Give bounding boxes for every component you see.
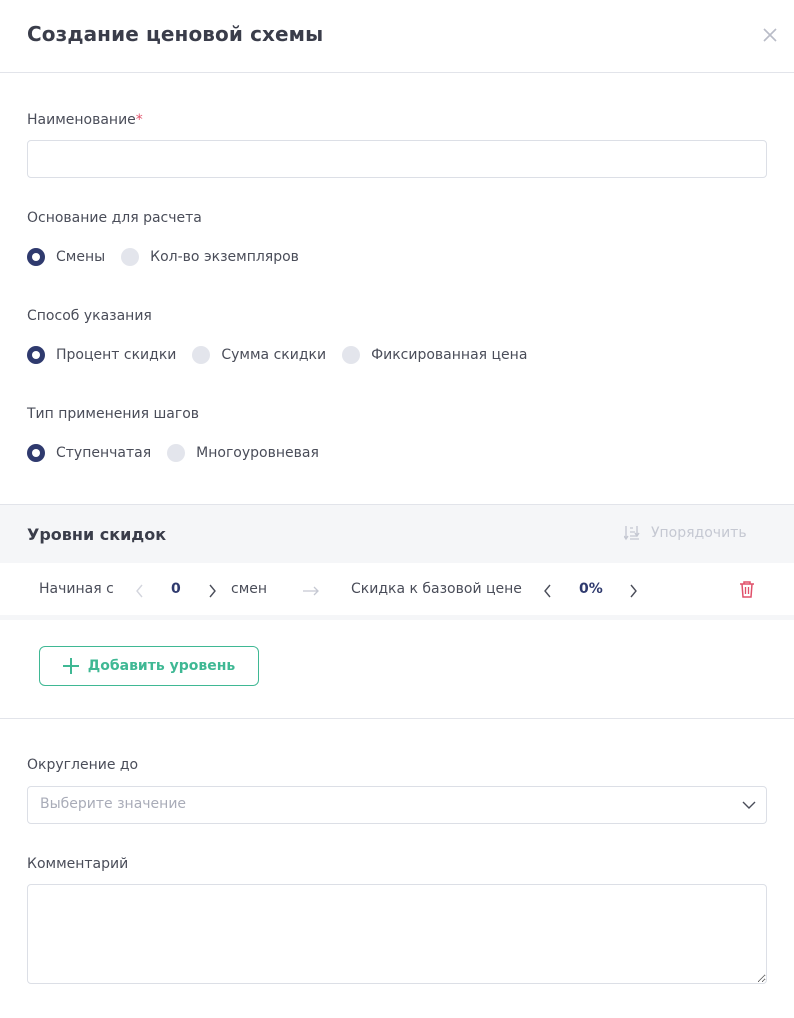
discount-value[interactable]: 0% bbox=[579, 581, 603, 597]
chevron-down-icon bbox=[742, 801, 756, 809]
trash-icon[interactable] bbox=[739, 580, 755, 598]
basis-label: Основание для расчета bbox=[27, 210, 202, 226]
sort-icon bbox=[624, 526, 640, 541]
comment-label: Комментарий bbox=[27, 856, 129, 872]
method-option-fixed[interactable]: Фиксированная цена bbox=[342, 346, 527, 364]
radio-unchecked-icon bbox=[192, 346, 211, 364]
method-label: Способ указания bbox=[27, 308, 152, 324]
comment-textarea[interactable] bbox=[27, 884, 767, 984]
method-radio-group: Процент скидки Сумма скидки Фиксированна… bbox=[27, 345, 543, 365]
name-input[interactable] bbox=[27, 140, 767, 178]
start-label: Начиная с bbox=[39, 581, 114, 597]
radio-unchecked-icon bbox=[167, 444, 186, 462]
radio-checked-icon bbox=[27, 248, 45, 266]
chevron-left-icon[interactable] bbox=[542, 583, 554, 599]
close-icon[interactable] bbox=[760, 25, 780, 45]
radio-unchecked-icon bbox=[121, 248, 140, 266]
levels-section-header: Уровни скидок Упорядочить bbox=[0, 504, 794, 563]
rounding-label: Округление до bbox=[27, 757, 139, 773]
radio-checked-icon bbox=[27, 346, 45, 364]
basis-option-shifts[interactable]: Смены bbox=[27, 248, 105, 266]
add-level-button[interactable]: Добавить уровень bbox=[39, 646, 259, 686]
discount-label: Скидка к базовой цене bbox=[351, 581, 522, 597]
step-type-option-multilevel[interactable]: Многоуровневая bbox=[167, 444, 319, 462]
step-type-radio-group: Ступенчатая Многоуровневая bbox=[27, 443, 335, 463]
method-option-amount[interactable]: Сумма скидки bbox=[192, 346, 326, 364]
chevron-left-icon[interactable] bbox=[134, 583, 146, 599]
arrow-right-icon bbox=[303, 586, 319, 596]
name-field-label: Наименование* bbox=[27, 112, 143, 128]
rounding-placeholder: Выберите значение bbox=[40, 796, 187, 812]
basis-option-copies[interactable]: Кол-во экземпляров bbox=[121, 248, 299, 266]
radio-unchecked-icon bbox=[342, 346, 361, 364]
modal-title: Создание ценовой схемы bbox=[27, 22, 324, 46]
unit-label: смен bbox=[231, 581, 268, 597]
plus-icon bbox=[62, 658, 79, 674]
modal-header: Создание ценовой схемы bbox=[0, 0, 794, 73]
step-type-label: Тип применения шагов bbox=[27, 406, 200, 422]
levels-title: Уровни скидок bbox=[27, 525, 167, 544]
sort-button[interactable]: Упорядочить bbox=[624, 525, 747, 541]
chevron-right-icon[interactable] bbox=[206, 583, 218, 599]
radio-checked-icon bbox=[27, 444, 45, 462]
rounding-select[interactable]: Выберите значение bbox=[27, 786, 767, 824]
section-divider bbox=[0, 718, 794, 719]
method-option-percent[interactable]: Процент скидки bbox=[27, 346, 176, 364]
start-value[interactable]: 0 bbox=[171, 581, 181, 597]
step-type-option-stepped[interactable]: Ступенчатая bbox=[27, 444, 151, 462]
basis-radio-group: Смены Кол-во экземпляров bbox=[27, 247, 315, 267]
required-mark: * bbox=[135, 112, 143, 128]
level-row: Начиная с 0 смен Скидка к базовой цене 0… bbox=[0, 563, 794, 620]
chevron-right-icon[interactable] bbox=[627, 583, 639, 599]
